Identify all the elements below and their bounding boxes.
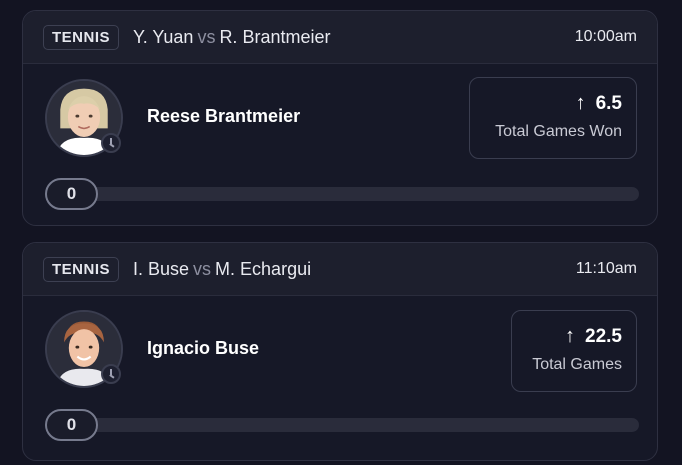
progress-track: 0	[45, 178, 639, 210]
stat-label: Total Games	[532, 356, 622, 373]
player-name: Ignacio Buse	[147, 338, 260, 358]
sport-badge: TENNIS	[43, 256, 120, 282]
matchup: Y. Yuan vs R. Brantmeier	[133, 27, 330, 48]
matchup-player-b: R. Brantmeier	[219, 26, 331, 47]
prop-line-box[interactable]: ↑ 6.5 Total Games Won	[469, 77, 637, 159]
matchup-player-a: Y. Yuan	[133, 26, 194, 47]
game-time: 10:00am	[574, 28, 637, 45]
matchup-player-a: I. Buse	[133, 258, 190, 279]
progress-value: 0	[45, 178, 98, 210]
prop-line: ↑ 6.5	[484, 92, 622, 115]
prop-line-box[interactable]: ↑ 22.5 Total Games	[511, 310, 637, 392]
prop-line-value: 22.5	[585, 325, 622, 347]
progress-track: 0	[45, 409, 639, 441]
matchup-player-b: M. Echargui	[215, 258, 312, 279]
player-name: Reese Brantmeier	[147, 106, 301, 126]
projection-card[interactable]: TENNIS I. Buse vs M. Echargui 11:10am Igna…	[22, 242, 658, 461]
prop-line: ↑ 22.5	[526, 325, 622, 348]
stat-label: Total Games Won	[495, 123, 622, 140]
game-time: 11:10am	[575, 260, 637, 277]
prop-line-value: 6.5	[595, 92, 622, 114]
projection-card[interactable]: TENNIS Y. Yuan vs R. Brantmeier 10:00am Re…	[22, 10, 658, 226]
progress-value: 0	[45, 409, 98, 441]
clock-icon	[101, 133, 121, 153]
matchup-vs: vs	[197, 26, 216, 47]
card-header: TENNIS I. Buse vs M. Echargui 11:10am	[23, 243, 657, 296]
sport-badge: TENNIS	[43, 24, 120, 50]
arrow-up-icon: ↑	[565, 325, 576, 347]
matchup: I. Buse vs M. Echargui	[133, 259, 311, 280]
clock-icon	[101, 364, 121, 384]
card-header: TENNIS Y. Yuan vs R. Brantmeier 10:00am	[23, 11, 657, 64]
arrow-up-icon: ↑	[575, 92, 586, 114]
matchup-vs: vs	[193, 258, 212, 279]
